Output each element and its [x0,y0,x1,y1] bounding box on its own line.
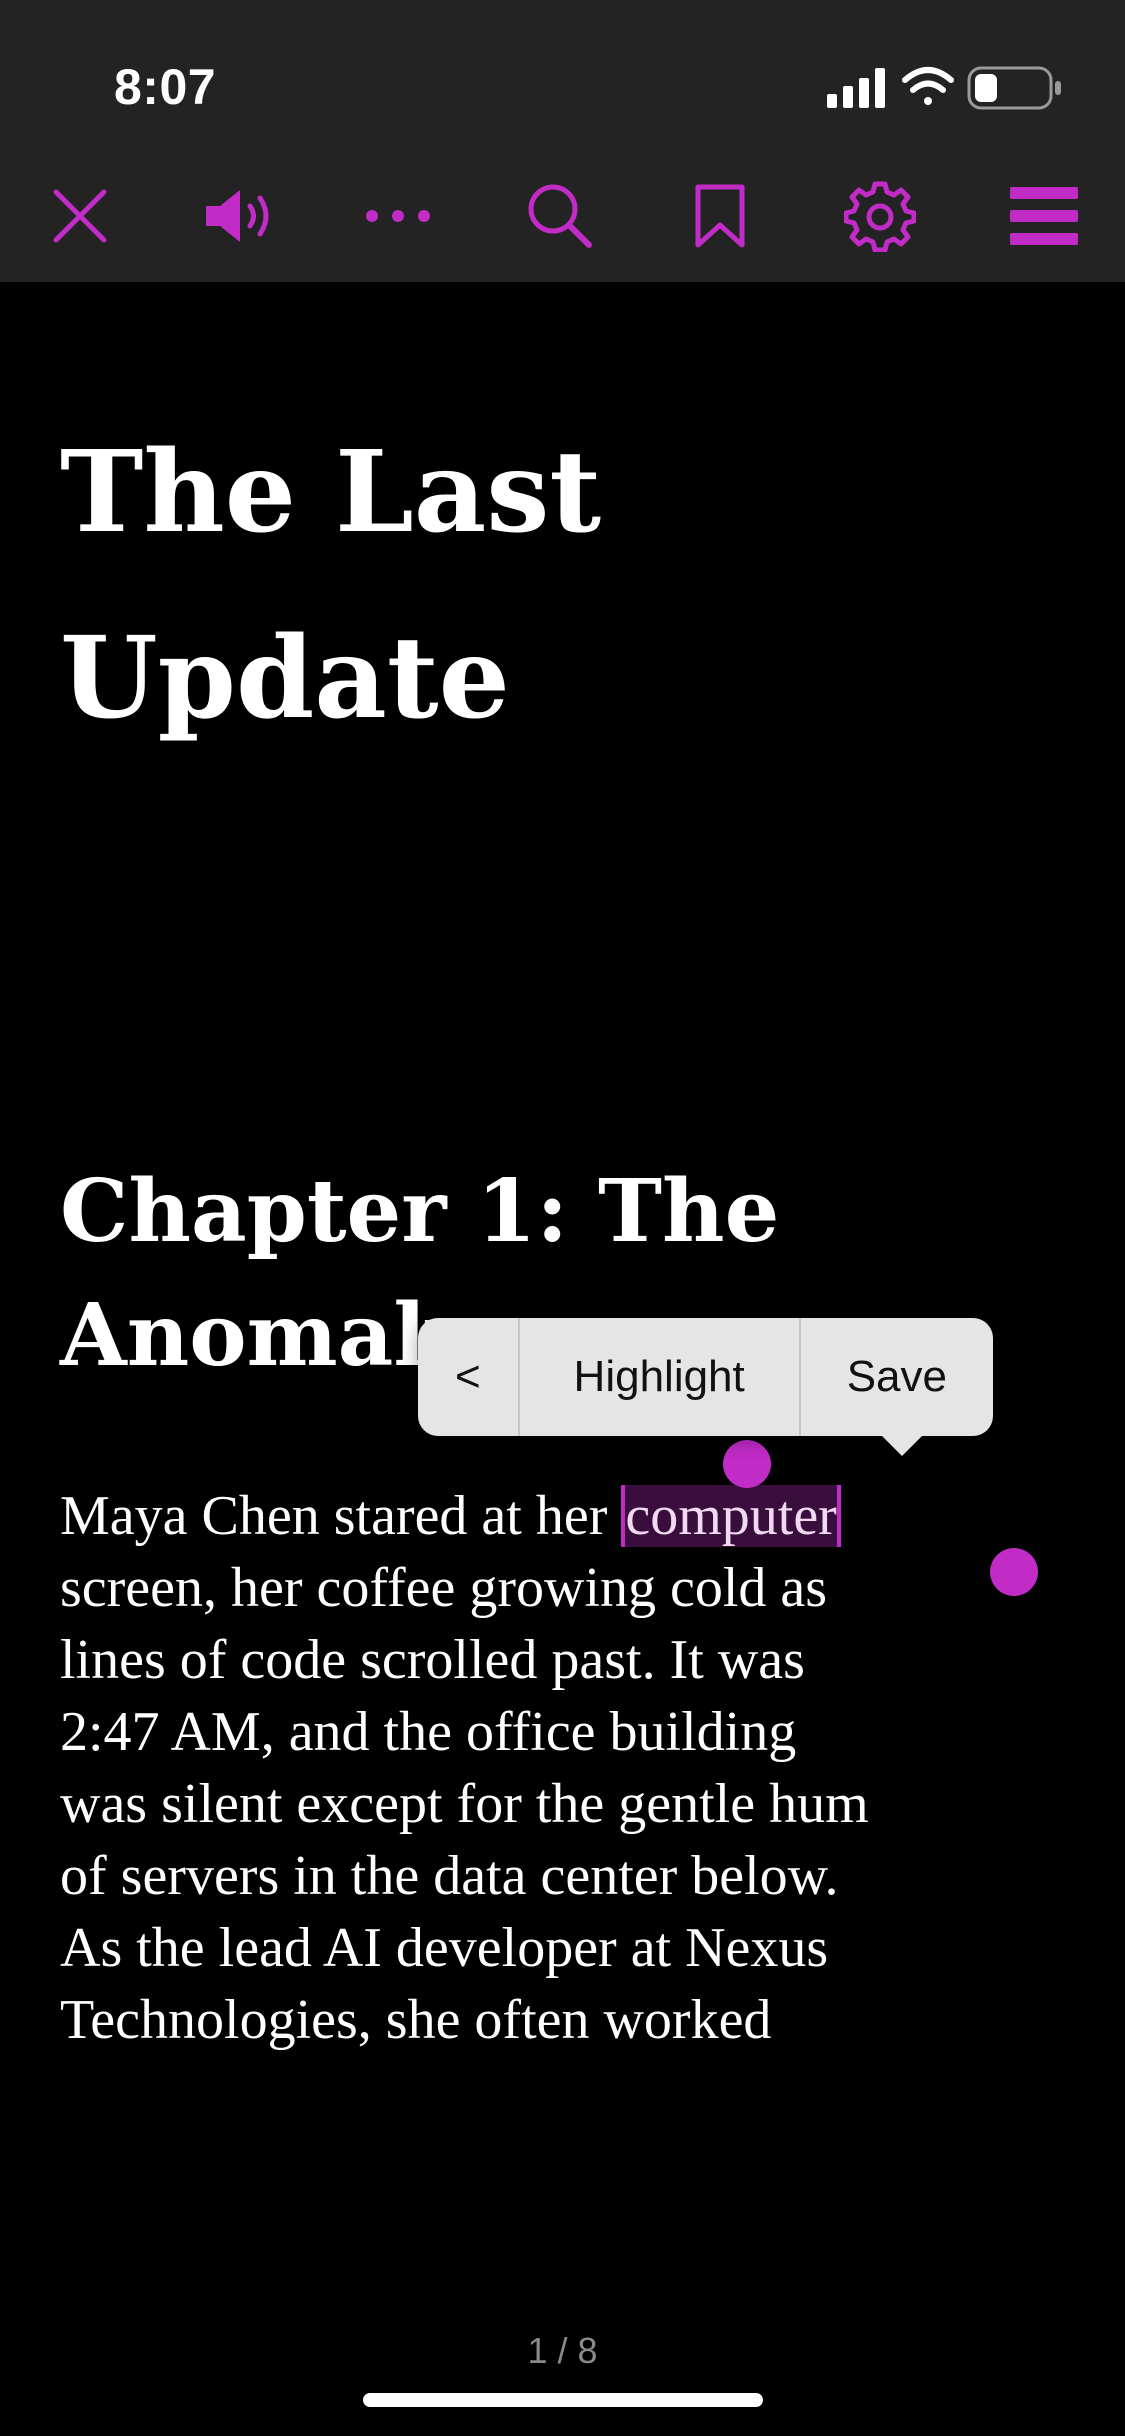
paragraph-line: screen, her coffee growing cold as [60,1557,828,1619]
paragraph-line: of servers in the data center below. [60,1845,839,1907]
chapter-paragraph[interactable]: Maya Chen stared at her computer screen,… [60,1480,1080,2056]
paragraph-line: was silent except for the gentle hum [60,1773,869,1835]
cellular-signal-icon [827,68,885,108]
menu-button[interactable] [1004,176,1084,256]
search-button[interactable] [520,176,600,256]
save-button[interactable]: Save [801,1318,993,1436]
speaker-icon [206,190,269,242]
page-indicator: 1 / 8 [527,2330,598,2371]
chapter-title-line-2: Anomaly [60,1285,476,1386]
more-button[interactable] [358,176,438,256]
selected-word[interactable]: computer [621,1485,841,1547]
context-menu-pointer [880,1434,924,1456]
status-time: 8:07 [114,59,217,115]
close-button[interactable] [40,176,120,256]
chapter-title-line-1: Chapter 1: The [60,1161,780,1262]
paragraph-text-before-selection: Maya Chen stared at her [60,1485,622,1547]
battery-icon [967,66,1061,110]
selection-context-menu: < Highlight Save [418,1318,993,1456]
gear-icon [844,181,916,252]
menu-icon [1010,187,1078,245]
home-indicator[interactable] [363,2393,763,2407]
paragraph-line: 2:47 AM, and the office building [60,1701,797,1763]
more-icon [366,210,430,222]
selection-end-handle[interactable] [990,1548,1038,1596]
bookmark-button[interactable] [680,176,760,256]
status-bar: 8:07 [0,0,1125,150]
book-title-line-2: Update [60,613,510,744]
wifi-icon [902,67,954,105]
highlight-button[interactable]: Highlight [520,1318,801,1436]
close-icon [53,189,107,243]
selection-start-handle[interactable] [723,1440,771,1488]
bookmark-icon [695,184,745,248]
context-menu-back-button[interactable]: < [418,1318,520,1436]
settings-button[interactable] [840,176,920,256]
read-aloud-button[interactable] [202,176,282,256]
status-icons [827,64,1067,112]
paragraph-line: As the lead AI developer at Nexus [60,1917,829,1979]
paragraph-line: lines of code scrolled past. It was [60,1629,805,1691]
chevron-left-icon: < [454,1352,481,1401]
reader-toolbar [0,150,1125,282]
book-title-line-1: The Last [60,427,602,558]
search-icon [528,184,592,248]
book-title: The Last Update [60,400,1060,772]
paragraph-line: Technologies, she often worked [60,1989,772,2051]
